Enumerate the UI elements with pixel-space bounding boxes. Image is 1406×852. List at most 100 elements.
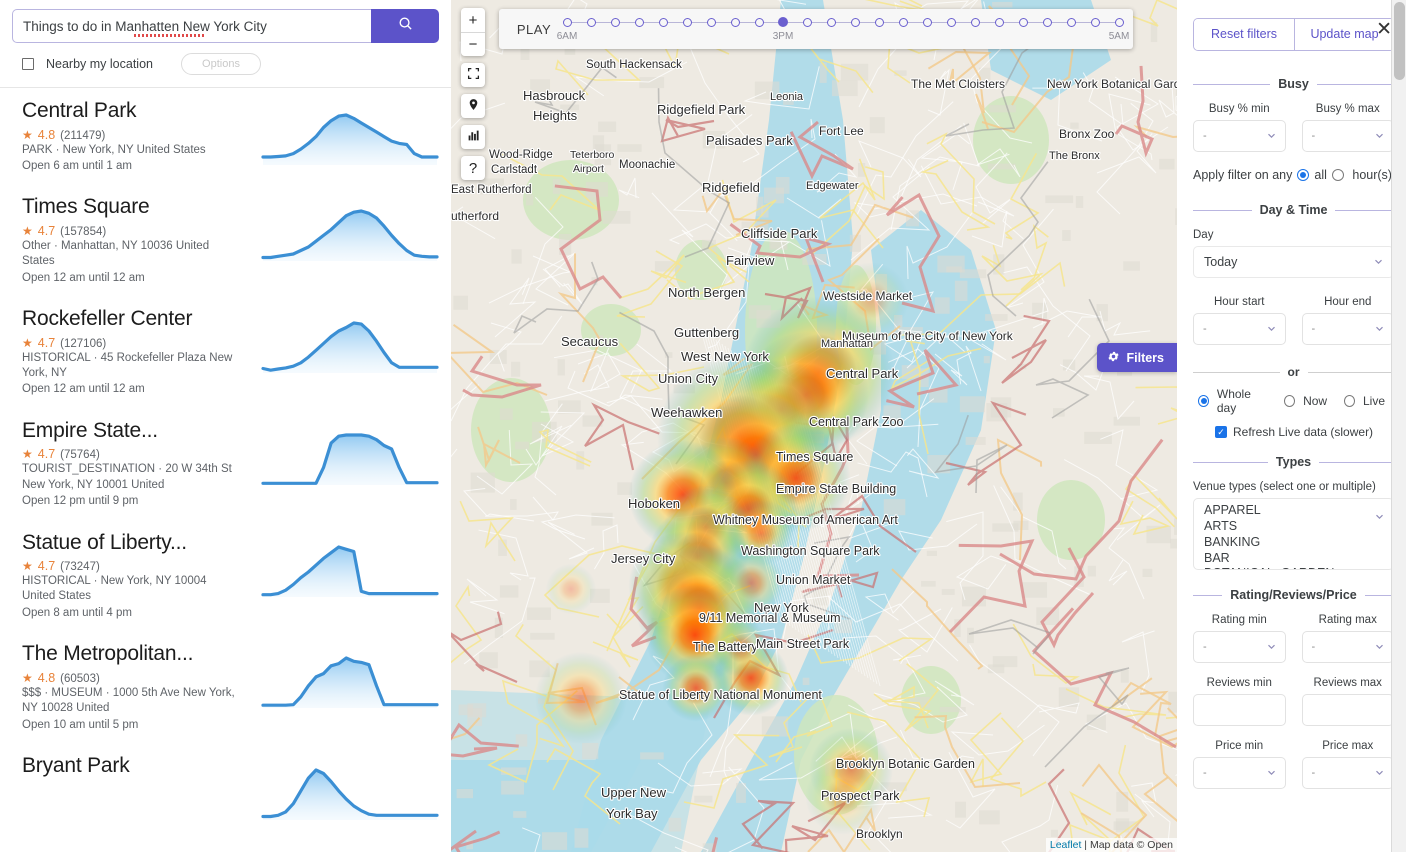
help-button[interactable]: ? xyxy=(461,156,485,180)
result-title[interactable]: Central Park xyxy=(22,99,240,123)
result-title[interactable]: Bryant Park xyxy=(22,754,240,778)
timeline-tick[interactable] xyxy=(587,18,596,27)
timeline-tick[interactable] xyxy=(611,18,620,27)
radio-now[interactable] xyxy=(1284,395,1295,407)
result-title[interactable]: The Metropolitan... xyxy=(22,642,240,666)
map-label: Leonia xyxy=(770,91,804,103)
timeline-tick[interactable] xyxy=(731,18,740,27)
price-min-select[interactable]: - xyxy=(1193,757,1286,789)
rating-min-select[interactable]: - xyxy=(1193,631,1286,663)
result-item[interactable]: Statue of Liberty... ★ 4.7 (73247) HISTORIC… xyxy=(0,520,451,632)
map-label: Union Market xyxy=(776,573,851,587)
busy-max-field: Busy % max - xyxy=(1302,103,1395,152)
star-icon: ★ xyxy=(22,559,33,573)
venue-type-option[interactable]: BOTANICAL_GARDEN xyxy=(1204,566,1383,570)
results-list[interactable]: Central Park ★ 4.8 (211479) PARK · New York… xyxy=(0,88,451,840)
busy-max-label: Busy % max xyxy=(1302,103,1395,115)
radio-all[interactable] xyxy=(1332,169,1344,181)
map-label: East Rutherford xyxy=(451,184,532,196)
timeline-tick[interactable] xyxy=(947,18,956,27)
timeline-tick[interactable] xyxy=(1091,18,1100,27)
radio-live[interactable] xyxy=(1344,395,1355,407)
result-item[interactable]: Bryant Park xyxy=(0,743,451,834)
venue-type-option[interactable]: APPAREL xyxy=(1204,503,1383,519)
result-item[interactable]: Central Park ★ 4.8 (211479) PARK · New York… xyxy=(0,88,451,184)
hour-end-select[interactable]: - xyxy=(1302,313,1395,345)
result-title[interactable]: Statue of Liberty... xyxy=(22,531,240,555)
timeline-control[interactable]: PLAY 6AM 3PM 5AM xyxy=(499,9,1133,49)
radio-whole-day[interactable] xyxy=(1198,395,1209,407)
result-title[interactable]: Times Square xyxy=(22,195,240,219)
timeline-tick[interactable] xyxy=(875,18,884,27)
timeline-tick[interactable] xyxy=(683,18,692,27)
timeline-tick[interactable] xyxy=(778,17,788,27)
timeline-tick[interactable] xyxy=(1115,18,1124,27)
rating-max-select[interactable]: - xyxy=(1302,631,1395,663)
search-input[interactable] xyxy=(12,9,371,43)
timeline-tick[interactable] xyxy=(899,18,908,27)
timeline-tick[interactable] xyxy=(707,18,716,27)
timeline-track[interactable]: 6AM 3PM 5AM xyxy=(561,9,1125,49)
result-item[interactable]: The Metropolitan... ★ 4.8 (60503) $$$ · MUS… xyxy=(0,631,451,743)
hour-start-select[interactable]: - xyxy=(1193,313,1286,345)
timeline-tick[interactable] xyxy=(995,18,1004,27)
filters-button[interactable]: Filters xyxy=(1097,343,1177,372)
map-label: The Bronx xyxy=(1049,150,1100,162)
timeline-tick[interactable] xyxy=(659,18,668,27)
timeline-tick[interactable] xyxy=(803,18,812,27)
result-item[interactable]: Rockefeller Center ★ 4.7 (127106) HISTORICA… xyxy=(0,296,451,408)
refresh-live-checkbox[interactable]: ✓ xyxy=(1215,426,1227,438)
reviews-max-input[interactable] xyxy=(1302,694,1395,726)
venue-type-option[interactable]: ARTS xyxy=(1204,519,1383,535)
result-title[interactable]: Rockefeller Center xyxy=(22,307,240,331)
venue-type-option[interactable]: BAR xyxy=(1204,551,1383,567)
day-select[interactable]: Today xyxy=(1193,246,1394,278)
busy-min-select[interactable]: - xyxy=(1193,120,1286,152)
rating-value: 4.7 xyxy=(38,336,55,350)
reviews-min-input[interactable] xyxy=(1193,694,1286,726)
price-min-value: - xyxy=(1203,767,1207,779)
venue-types-listbox[interactable]: APPARELARTSBANKINGBARBOTANICAL_GARDEN xyxy=(1193,498,1394,570)
timeline-tick[interactable] xyxy=(1019,18,1028,27)
busy-max-select[interactable]: - xyxy=(1302,120,1395,152)
play-button[interactable]: PLAY xyxy=(499,22,561,37)
leaflet-link[interactable]: Leaflet xyxy=(1050,839,1082,851)
reset-filters-button[interactable]: Reset filters xyxy=(1194,19,1294,50)
rating-max-field: Rating max - xyxy=(1302,614,1395,663)
divider-left xyxy=(1193,462,1268,463)
result-item[interactable]: Times Square ★ 4.7 (157854) Other · Manhatt… xyxy=(0,184,451,296)
timeline-tick[interactable] xyxy=(971,18,980,27)
timeline-tick[interactable] xyxy=(851,18,860,27)
timeline-tick[interactable] xyxy=(1067,18,1076,27)
price-max-select[interactable]: - xyxy=(1302,757,1395,789)
map-canvas[interactable]: BogotaSouth HackensackHasbrouckHeightsRi… xyxy=(451,0,1177,852)
timeline-tick[interactable] xyxy=(827,18,836,27)
hour-range-row: Hour start - Hour end - xyxy=(1193,296,1394,345)
rating-value: 4.7 xyxy=(38,224,55,238)
timeline-tick[interactable] xyxy=(923,18,932,27)
chart-button[interactable] xyxy=(461,125,485,149)
result-title[interactable]: Empire State... xyxy=(22,419,240,443)
timeline-tick[interactable] xyxy=(1043,18,1052,27)
review-count: (60503) xyxy=(60,673,100,685)
result-meta: Other · Manhattan, NY 10036 United State… xyxy=(22,239,240,270)
fullscreen-button[interactable] xyxy=(461,63,485,87)
timeline-tick[interactable] xyxy=(755,18,764,27)
locate-button[interactable] xyxy=(461,94,485,118)
venue-type-option[interactable]: BANKING xyxy=(1204,535,1383,551)
search-button[interactable] xyxy=(371,9,439,43)
timeline-tick[interactable] xyxy=(563,18,572,27)
map-label: Ridgefield xyxy=(702,180,760,195)
result-rating: ★ 4.8 (211479) xyxy=(22,128,240,142)
map-panel[interactable]: BogotaSouth HackensackHasbrouckHeightsRi… xyxy=(451,0,1177,852)
filters-scrollbar-thumb[interactable] xyxy=(1394,2,1405,80)
zoom-in-button[interactable]: + xyxy=(461,8,485,32)
close-icon[interactable]: ✕ xyxy=(1376,20,1392,39)
result-item[interactable]: Empire State... ★ 4.7 (75764) TOURIST_DESTI… xyxy=(0,408,451,520)
options-button[interactable]: Options xyxy=(181,53,261,75)
timeline-tick[interactable] xyxy=(635,18,644,27)
zoom-out-button[interactable]: − xyxy=(461,32,485,56)
nearby-checkbox[interactable] xyxy=(22,58,34,70)
filters-scrollbar[interactable] xyxy=(1391,0,1406,852)
radio-any[interactable] xyxy=(1297,169,1309,181)
